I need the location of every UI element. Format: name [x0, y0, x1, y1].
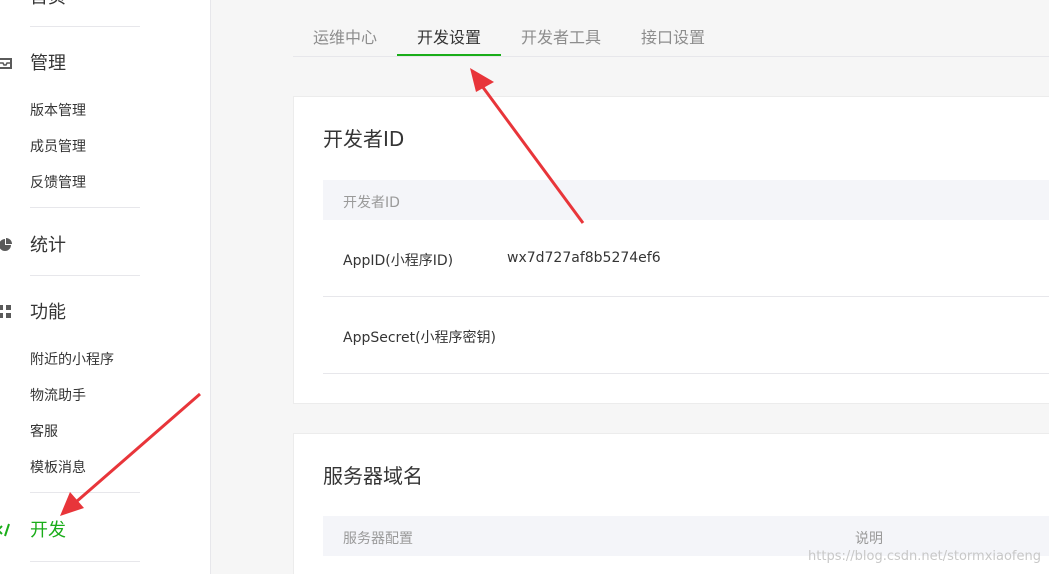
card-title: 开发者ID	[323, 127, 405, 151]
divider	[30, 561, 140, 562]
column-header: 开发者ID	[343, 195, 400, 211]
tab-dev-settings[interactable]: 开发设置	[417, 24, 481, 48]
grid-icon	[0, 304, 12, 318]
table-row-appid: AppID(小程序ID) wx7d727af8b5274ef6	[323, 220, 1049, 297]
tab-dev-tools[interactable]: 开发者工具	[521, 24, 601, 48]
divider	[30, 26, 140, 27]
sidebar-section-label: 管理	[30, 53, 66, 74]
code-icon	[0, 522, 14, 537]
sidebar-item-version[interactable]: 版本管理	[30, 102, 86, 120]
developer-id-card: 开发者ID 开发者ID AppID(小程序ID) wx7d727af8b5274…	[293, 96, 1049, 404]
sidebar-item-customer-service[interactable]: 客服	[30, 423, 58, 441]
watermark: https://blog.csdn.net/stormxiaofeng	[808, 549, 1041, 564]
table-header: 开发者ID	[323, 180, 1049, 220]
sidebar-section-label: 统计	[30, 235, 66, 256]
column-header-description: 说明	[855, 531, 883, 547]
sidebar-section-label: 功能	[30, 302, 66, 323]
divider	[30, 275, 140, 276]
sidebar-item-template-message[interactable]: 模板消息	[30, 459, 86, 477]
tab-bar: 运维中心 开发设置 开发者工具 接口设置	[293, 0, 1049, 57]
sidebar-item-members[interactable]: 成员管理	[30, 138, 86, 156]
sidebar-item-feedback[interactable]: 反馈管理	[30, 174, 86, 192]
sidebar-section-label: 首页	[30, 0, 66, 9]
table-row-appsecret: AppSecret(小程序密钥)	[323, 297, 1049, 374]
sidebar-section-label: 开发	[30, 520, 66, 541]
sidebar-item-logistics[interactable]: 物流助手	[30, 387, 86, 405]
divider	[30, 207, 140, 208]
appid-value[interactable]: wx7d727af8b5274ef6	[507, 250, 661, 266]
inbox-icon	[0, 55, 12, 69]
sidebar: 首页 管理 版本管理 成员管理 反馈管理 统计 功能 附近的小程序 物流助手 客…	[0, 0, 211, 574]
sidebar-item-nearby[interactable]: 附近的小程序	[30, 351, 114, 369]
column-header-config: 服务器配置	[343, 531, 413, 547]
appid-label: AppID(小程序ID)	[343, 253, 454, 269]
tab-api-settings[interactable]: 接口设置	[641, 24, 705, 48]
active-tab-indicator	[397, 54, 501, 56]
divider	[30, 492, 140, 493]
pie-chart-icon	[0, 237, 12, 251]
tab-ops-center[interactable]: 运维中心	[313, 24, 377, 48]
appsecret-label: AppSecret(小程序密钥)	[343, 330, 497, 346]
card-title: 服务器域名	[323, 464, 423, 488]
